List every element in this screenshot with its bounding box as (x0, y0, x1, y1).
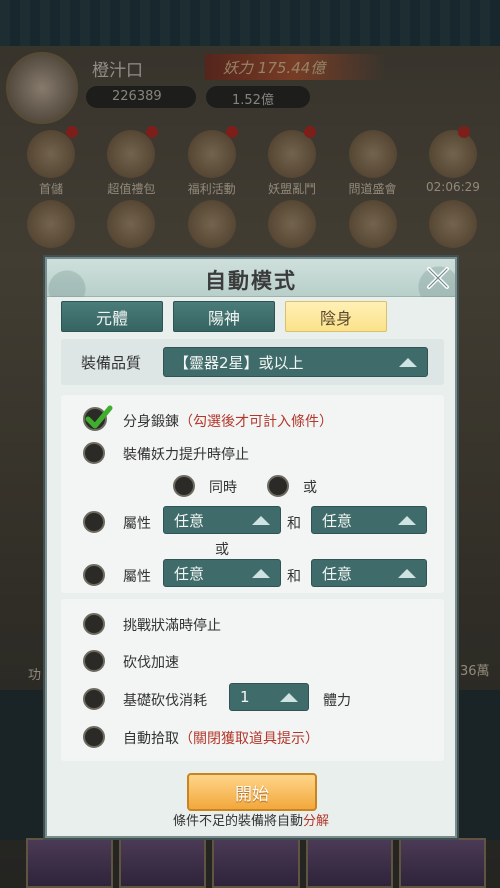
tab-yangshen[interactable]: 陽神 (173, 301, 275, 332)
quality-row: 裝備品質 【靈器2星】或以上 (61, 339, 444, 385)
auto-pickup-label: 自動拾取 (123, 731, 179, 747)
stop-challenge-full-radio[interactable] (83, 613, 105, 635)
quality-label: 裝備品質 (81, 354, 142, 372)
attribute-label: 屬性 (123, 516, 151, 532)
close-button[interactable] (423, 263, 453, 293)
either-radio[interactable] (267, 475, 289, 497)
auto-pickup-note: （關閉獲取道具提示） (179, 731, 319, 747)
stamina-label: 體力 (323, 693, 351, 709)
dialog-titlebar: 自動模式 (47, 259, 455, 297)
clone-forge-checkbox[interactable] (83, 405, 113, 431)
decompose-footnote: 條件不足的裝備將自動分解 (47, 810, 455, 829)
close-icon (427, 267, 449, 289)
footnote-text: 條件不足的裝備將自動 (172, 814, 303, 829)
footnote-highlight: 分解 (303, 814, 330, 829)
dialog-title: 自動模式 (205, 269, 297, 293)
attribute-value: 任意 (174, 511, 205, 530)
stop-on-power-up-label: 裝備妖力提升時停止 (123, 447, 249, 463)
attribute-row2-dropdown-b[interactable]: 任意 (311, 559, 427, 587)
attribute-value: 任意 (322, 511, 353, 530)
clone-forge-label: 分身鍛錬 (123, 414, 179, 430)
base-chop-cost-dropdown[interactable]: 1 (229, 683, 309, 711)
and-label: 和 (287, 516, 301, 532)
dropdown-arrow-icon (252, 569, 270, 578)
quality-dropdown[interactable]: 【靈器2星】或以上 (163, 347, 428, 377)
chop-speedup-radio[interactable] (83, 650, 105, 672)
dropdown-arrow-icon (398, 516, 416, 525)
simultaneous-label: 同時 (209, 480, 237, 496)
attribute-value: 任意 (174, 564, 205, 583)
misc-options-panel: 挑戰狀滿時停止 砍伐加速 基礎砍伐消耗 1 體力 自動拾取（關閉獲取道具提示） (61, 599, 444, 761)
stop-challenge-full-label: 挑戰狀滿時停止 (123, 618, 221, 634)
base-chop-cost-value: 1 (240, 688, 250, 706)
stop-on-power-up-radio[interactable] (83, 442, 105, 464)
clone-forge-option: 分身鍛錬（勾選後才可計入條件） (123, 411, 333, 431)
dropdown-arrow-icon (398, 569, 416, 578)
base-chop-cost-label: 基礎砍伐消耗 (123, 693, 207, 709)
dropdown-arrow-icon (399, 358, 417, 367)
and-label: 和 (287, 569, 301, 585)
attribute-row2-dropdown-a[interactable]: 任意 (163, 559, 281, 587)
dropdown-arrow-icon (252, 516, 270, 525)
body-tabs: 元體 陽神 陰身 (61, 301, 387, 332)
chop-speedup-label: 砍伐加速 (123, 655, 179, 671)
start-button[interactable]: 開始 (187, 773, 317, 811)
attribute-row2-radio[interactable] (83, 564, 105, 586)
attribute-row1-dropdown-a[interactable]: 任意 (163, 506, 281, 534)
checkmark-icon (85, 405, 113, 429)
clone-forge-note: （勾選後才可計入條件） (179, 414, 333, 430)
middle-or-label: 或 (215, 542, 229, 558)
auto-mode-dialog: 自動模式 元體 陽神 陰身 裝備品質 【靈器2星】或以上 分身鍛錬（勾選後才可計… (45, 257, 457, 838)
simultaneous-radio[interactable] (173, 475, 195, 497)
attribute-label: 屬性 (123, 569, 151, 585)
base-chop-cost-radio[interactable] (83, 688, 105, 710)
quality-value: 【靈器2星】或以上 (174, 353, 304, 372)
tab-yuanti[interactable]: 元體 (61, 301, 163, 332)
either-label: 或 (303, 480, 317, 496)
attribute-value: 任意 (322, 564, 353, 583)
attribute-row1-radio[interactable] (83, 511, 105, 533)
attribute-row1-dropdown-b[interactable]: 任意 (311, 506, 427, 534)
auto-pickup-radio[interactable] (83, 726, 105, 748)
dropdown-arrow-icon (280, 693, 298, 702)
condition-panel: 分身鍛錬（勾選後才可計入條件） 裝備妖力提升時停止 同時 或 屬性 任意 和 任… (61, 395, 444, 593)
tab-yinshen[interactable]: 陰身 (285, 301, 387, 332)
auto-pickup-option: 自動拾取（關閉獲取道具提示） (123, 728, 319, 748)
